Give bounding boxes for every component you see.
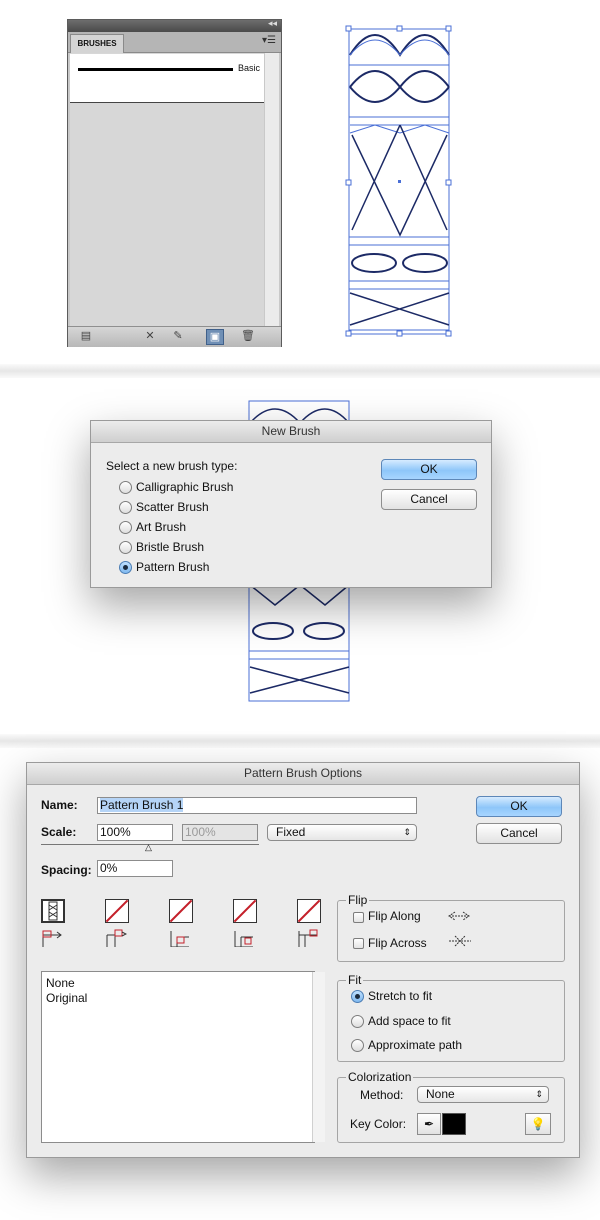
cancel-button[interactable]: Cancel (381, 489, 477, 510)
outer-corner-tile-icon (106, 929, 127, 947)
radio-calligraphic[interactable] (119, 481, 132, 494)
name-input-value: Pattern Brush 1 (100, 798, 184, 812)
flip-across-icon (449, 935, 471, 947)
section-divider (0, 734, 600, 748)
eyedropper-icon[interactable]: ✒ (417, 1113, 441, 1135)
flip-along-label[interactable]: Flip Along (368, 909, 421, 923)
pattern-artwork (345, 25, 452, 337)
scale-slider-thumb-icon[interactable]: △ (145, 842, 152, 853)
radio-label-approximate[interactable]: Approximate path (368, 1038, 462, 1052)
none-slash-icon (169, 899, 193, 923)
select-arrows-icon: ⇕ (535, 1089, 543, 1099)
scale-label: Scale: (41, 825, 77, 839)
scale-mode-select[interactable]: Fixed ⇕ (267, 824, 417, 841)
method-select[interactable]: None ⇕ (417, 1086, 549, 1103)
panel-titlebar[interactable]: ◂◂ (68, 18, 281, 32)
remove-stroke-icon[interactable]: ✕ (142, 329, 158, 343)
radio-label-stretch[interactable]: Stretch to fit (368, 989, 432, 1003)
brush-options-icon[interactable]: ✎ (170, 329, 186, 343)
radio-stretch-to-fit[interactable] (351, 990, 364, 1003)
spacing-input[interactable]: 0% (97, 860, 173, 877)
colorization-title: Colorization (346, 1070, 414, 1084)
scale-max-input: 100% (182, 824, 258, 841)
dialog-title: Pattern Brush Options (27, 763, 579, 785)
radio-add-space[interactable] (351, 1015, 364, 1028)
panel-menu-icon[interactable]: ▾☰ (262, 35, 276, 46)
brush-libraries-icon[interactable]: ▤ (78, 329, 94, 343)
radio-label-calligraphic[interactable]: Calligraphic Brush (136, 480, 233, 494)
scale-input[interactable]: 100% (97, 824, 173, 841)
scale-mode-value: Fixed (276, 825, 306, 839)
spacing-label: Spacing: (41, 863, 92, 877)
flip-across-checkbox[interactable] (353, 938, 364, 949)
panel-scrollbar[interactable] (265, 53, 279, 337)
ok-button[interactable]: OK (476, 796, 562, 817)
end-tile-icon (298, 929, 318, 947)
radio-scatter[interactable] (119, 501, 132, 514)
name-input[interactable]: Pattern Brush 1 (97, 797, 417, 814)
pattern-tile-preview-icon (48, 901, 58, 921)
none-slash-icon (297, 899, 321, 923)
list-item[interactable]: None (46, 976, 75, 990)
list-scrollbar[interactable] (312, 972, 325, 1142)
inner-corner-tile-icon (170, 931, 189, 947)
start-tile-icon (234, 931, 253, 947)
end-tile-button[interactable] (297, 899, 321, 923)
name-label: Name: (41, 798, 78, 812)
flip-along-checkbox[interactable] (353, 912, 364, 923)
brushes-tab[interactable]: BRUSHES (70, 34, 124, 53)
new-brush-dialog: New Brush Select a new brush type: Calli… (90, 420, 492, 588)
flip-across-label[interactable]: Flip Across (368, 936, 427, 950)
cancel-button[interactable]: Cancel (476, 823, 562, 844)
outer-corner-tile-button[interactable] (105, 899, 129, 923)
key-color-label: Key Color: (350, 1117, 407, 1131)
radio-label-bristle[interactable]: Bristle Brush (136, 540, 204, 554)
radio-art[interactable] (119, 521, 132, 534)
none-slash-icon (105, 899, 129, 923)
radio-label-art[interactable]: Art Brush (136, 520, 186, 534)
list-item[interactable]: Original (46, 991, 87, 1005)
none-slash-icon (233, 899, 257, 923)
method-value: None (426, 1087, 455, 1101)
brush-name-label: Basic (238, 63, 261, 73)
radio-bristle[interactable] (119, 541, 132, 554)
fit-title: Fit (346, 973, 364, 987)
method-label: Method: (360, 1088, 404, 1102)
select-arrows-icon: ⇕ (403, 827, 411, 837)
tile-list[interactable]: None Original (41, 971, 325, 1143)
flip-along-icon (448, 911, 470, 921)
radio-label-add-space[interactable]: Add space to fit (368, 1014, 451, 1028)
radio-label-pattern[interactable]: Pattern Brush (136, 560, 209, 574)
collapse-icon[interactable]: ◂◂ (268, 18, 277, 29)
radio-pattern[interactable] (119, 561, 132, 574)
brush-stroke-preview (78, 68, 233, 71)
radio-approximate-path[interactable] (351, 1039, 364, 1052)
flip-title: Flip (346, 893, 370, 907)
pattern-brush-options-dialog: Pattern Brush Options Name: Pattern Brus… (26, 762, 580, 1158)
brush-type-prompt: Select a new brush type: (106, 459, 238, 473)
side-tile-button[interactable] (41, 899, 65, 923)
tips-lightbulb-icon[interactable]: 💡 (525, 1113, 551, 1135)
key-color-swatch[interactable] (442, 1113, 466, 1135)
delete-brush-icon[interactable]: 🗑 (240, 329, 256, 343)
radio-label-scatter[interactable]: Scatter Brush (136, 500, 209, 514)
section-divider (0, 364, 600, 378)
ok-button[interactable]: OK (381, 459, 477, 480)
side-tile-icon (42, 930, 62, 947)
brushes-panel: ◂◂ ▾☰ BRUSHES Basic ▤ ✕ ✎ ▣ 🗑 (67, 18, 282, 347)
start-tile-button[interactable] (233, 899, 257, 923)
dialog-title: New Brush (91, 421, 491, 443)
brush-row-basic[interactable]: Basic (70, 54, 264, 103)
new-brush-icon[interactable]: ▣ (206, 329, 224, 345)
inner-corner-tile-button[interactable] (169, 899, 193, 923)
